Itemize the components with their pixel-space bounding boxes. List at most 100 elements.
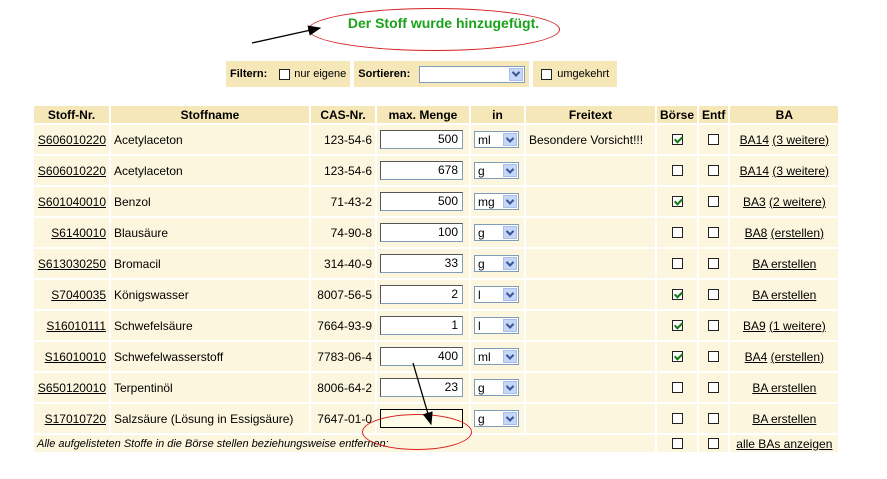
ba-more-link[interactable]: (2 weitere): [769, 195, 826, 209]
entf-cell: [699, 404, 729, 433]
boerse-checkbox[interactable]: [671, 382, 683, 393]
boerse-checkbox[interactable]: [671, 413, 683, 424]
entf-checkbox[interactable]: [708, 165, 720, 176]
unit-select-value: l: [478, 318, 481, 333]
unit-select[interactable]: g: [474, 255, 519, 272]
stoff-nr-link[interactable]: S7040035: [51, 288, 106, 302]
unit-select[interactable]: l: [474, 286, 519, 303]
boerse-checkbox[interactable]: [671, 196, 683, 207]
filter-own-label: nur eigene: [294, 68, 347, 80]
freitext-cell: [526, 404, 655, 433]
unit-select-value: g: [478, 256, 485, 271]
boerse-cell: [657, 311, 698, 340]
quantity-input[interactable]: 500: [380, 192, 463, 211]
unit-select[interactable]: ml: [474, 131, 519, 148]
stoff-nr-link[interactable]: S16010111: [46, 319, 106, 333]
chevron-down-icon: [503, 350, 517, 363]
unit-cell: l: [471, 280, 524, 309]
boerse-checkbox[interactable]: [671, 289, 683, 300]
entf-checkbox[interactable]: [708, 413, 720, 424]
ba-cell: BA3 (2 weitere): [730, 187, 839, 216]
stoff-nr-link[interactable]: S601040010: [38, 195, 106, 209]
quantity-input[interactable]: 400: [380, 347, 463, 366]
quantity-input[interactable]: 100: [380, 223, 463, 242]
entf-checkbox[interactable]: [708, 134, 720, 145]
unit-select[interactable]: g: [474, 162, 519, 179]
ba-link[interactable]: BA14: [740, 133, 769, 147]
stoff-nr-link[interactable]: S606010220: [38, 164, 106, 178]
quantity-input[interactable]: 678: [380, 161, 463, 180]
stoffname-cell: Königswasser: [111, 280, 309, 309]
stoff-nr-cell: S16010010: [34, 342, 109, 371]
unit-select[interactable]: g: [474, 410, 519, 427]
entf-checkbox[interactable]: [708, 320, 720, 331]
sort-select[interactable]: [419, 65, 526, 83]
ba-more-link[interactable]: (3 weitere): [772, 164, 829, 178]
ba-more-link[interactable]: (1 weitere): [769, 319, 826, 333]
stoff-nr-link[interactable]: S613030250: [38, 257, 106, 271]
ba-link[interactable]: BA erstellen: [752, 288, 816, 302]
quantity-input[interactable]: 2: [380, 285, 463, 304]
ba-cell: BA8 (erstellen): [730, 218, 839, 247]
boerse-checkbox[interactable]: [671, 165, 683, 176]
chevron-down-icon: [503, 226, 517, 239]
entf-cell: [699, 249, 729, 278]
freitext-cell: [526, 156, 655, 185]
ba-link[interactable]: BA4: [745, 350, 768, 364]
boerse-checkbox[interactable]: [671, 320, 683, 331]
stoffname-cell: Benzol: [111, 187, 309, 216]
entf-checkbox[interactable]: [708, 289, 720, 300]
chevron-down-icon: [503, 412, 517, 425]
ba-cell: BA erstellen: [730, 373, 839, 402]
stoff-nr-link[interactable]: S17010720: [45, 412, 106, 426]
unit-select[interactable]: l: [474, 317, 519, 334]
ba-cell: BA14 (3 weitere): [730, 125, 839, 154]
stoff-nr-link[interactable]: S606010220: [38, 133, 106, 147]
freitext-cell: [526, 218, 655, 247]
ba-more-link[interactable]: (erstellen): [771, 226, 824, 240]
boerse-checkbox[interactable]: [671, 134, 683, 145]
quantity-input[interactable]: 23: [380, 378, 463, 397]
unit-select[interactable]: ml: [474, 348, 519, 365]
quantity-input[interactable]: 500: [380, 130, 463, 149]
sort-reverse-label: umgekehrt: [557, 68, 610, 80]
all-entf-checkbox[interactable]: [708, 438, 720, 449]
ba-link[interactable]: BA erstellen: [752, 412, 816, 426]
all-boerse-checkbox[interactable]: [671, 438, 683, 449]
ba-link[interactable]: BA8: [745, 226, 768, 240]
ba-link[interactable]: BA9: [743, 319, 766, 333]
quantity-input[interactable]: 33: [380, 254, 463, 273]
stoffname-cell: Bromacil: [111, 249, 309, 278]
ba-link[interactable]: BA erstellen: [752, 257, 816, 271]
quantity-input[interactable]: 1: [380, 316, 463, 335]
boerse-checkbox[interactable]: [671, 351, 683, 362]
ba-link[interactable]: BA erstellen: [752, 381, 816, 395]
entf-checkbox[interactable]: [708, 382, 720, 393]
ba-more-link[interactable]: (3 weitere): [772, 133, 829, 147]
sort-group: Sortieren:: [354, 61, 530, 87]
cas-nr-cell: 314-40-9: [311, 249, 375, 278]
max-menge-cell: 23: [377, 373, 469, 402]
entf-checkbox[interactable]: [708, 258, 720, 269]
ba-link[interactable]: BA14: [740, 164, 769, 178]
ba-link[interactable]: BA3: [743, 195, 766, 209]
entf-checkbox[interactable]: [708, 227, 720, 238]
stoff-nr-link[interactable]: S6140010: [51, 226, 106, 240]
unit-select[interactable]: g: [474, 379, 519, 396]
col-max-menge: max. Menge: [377, 106, 469, 123]
boerse-cell: [657, 187, 698, 216]
unit-select[interactable]: mg: [474, 193, 519, 210]
max-menge-cell: 33: [377, 249, 469, 278]
show-all-ba-link[interactable]: alle BAs anzeigen: [736, 437, 832, 451]
unit-select-value: g: [478, 380, 485, 395]
boerse-checkbox[interactable]: [671, 227, 683, 238]
entf-checkbox[interactable]: [708, 196, 720, 207]
boerse-checkbox[interactable]: [671, 258, 683, 269]
sort-reverse-checkbox[interactable]: [541, 68, 553, 80]
filter-own-checkbox[interactable]: [279, 68, 291, 80]
stoff-nr-link[interactable]: S16010010: [45, 350, 106, 364]
entf-checkbox[interactable]: [708, 351, 720, 362]
ba-more-link[interactable]: (erstellen): [771, 350, 824, 364]
stoff-nr-link[interactable]: S650120010: [38, 381, 106, 395]
unit-select[interactable]: g: [474, 224, 519, 241]
